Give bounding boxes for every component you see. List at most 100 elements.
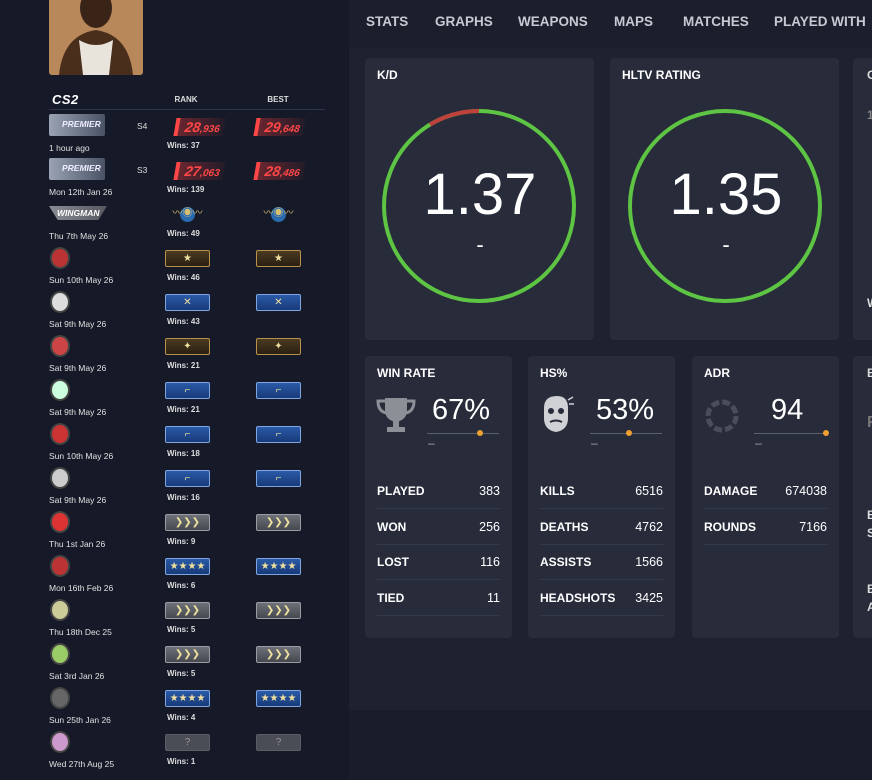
wins-count: Wins: 139 (167, 185, 205, 194)
winrate-card: WIN RATE 67% – PLAYED 383 WON 256 LOST 116 TIE… (365, 356, 512, 638)
map-icon (50, 247, 70, 269)
rank-row: ★ ★ Wins: 46 Sun 10th May 26 (49, 246, 325, 290)
rank-date: Sat 3rd Jan 26 (49, 671, 105, 681)
map-icon (50, 467, 70, 489)
wins-count: Wins: 9 (167, 537, 196, 546)
hltv-card: HLTV RATING 1.35 - (610, 58, 839, 340)
wins-count: Wins: 18 (167, 449, 200, 458)
tab-played-with[interactable]: PLAYED WITH (774, 14, 866, 29)
premier-rating-current: 27,063 (173, 162, 226, 180)
rank-date: Sun 25th Jan 26 (49, 715, 111, 725)
rank-badge-current: ✦ (165, 338, 210, 355)
rank-badge-current: ⌐ (165, 470, 210, 487)
rank-badge-best: ? (256, 734, 301, 751)
rank-date: Sun 10th May 26 (49, 275, 114, 285)
wins-count: Wins: 5 (167, 669, 196, 678)
stat-value: 4762 (635, 520, 663, 534)
rank-badge-best: ⌐ (256, 470, 301, 487)
stat-value: 674038 (785, 484, 827, 498)
wins-count: Wins: 16 (167, 493, 200, 502)
rank-row: PREMIER S4 28,936 29,648 Wins: 37 1 hour ago (49, 114, 325, 158)
stat-label: PLAYED (377, 484, 425, 498)
stat-label: ROUNDS (704, 520, 757, 534)
stat-label: KILLS (540, 484, 575, 498)
adr-title: ADR (704, 366, 730, 380)
rank-badge-current: ❯❯❯ (165, 646, 210, 663)
map-icon (50, 423, 70, 445)
stat-divider (377, 579, 500, 580)
stat-value: 383 (479, 484, 500, 498)
rank-row: ★★★★ ★★★★ Wins: 6 Mon 16th Feb 26 (49, 554, 325, 598)
stat-label: DAMAGE (704, 484, 758, 498)
adr-slider (754, 433, 826, 434)
stat-value: 7166 (799, 520, 827, 534)
stat-label: HEADSHOTS (540, 591, 616, 605)
map-icon (50, 643, 70, 665)
rank-date: Thu 18th Dec 25 (49, 627, 112, 637)
hltv-sub: - (722, 232, 730, 257)
rank-row: ✦ ✦ Wins: 21 Sat 9th May 26 (49, 334, 325, 378)
hltv-value: 1.35 (669, 162, 783, 227)
hs-dot (626, 430, 632, 436)
cs2-logo: CS2 (52, 92, 79, 107)
kd-value: 1.37 (423, 162, 537, 227)
rank-row: ✕ ✕ Wins: 43 Sat 9th May 26 (49, 290, 325, 334)
trophy-icon (376, 398, 416, 432)
rank-badge-current: ✕ (165, 294, 210, 311)
rank-badge-current: ? (165, 734, 210, 751)
stat-divider (377, 615, 500, 616)
rank-date: Mon 12th Jan 26 (49, 187, 113, 197)
adr-value: 94 (771, 394, 804, 426)
stat-divider (540, 508, 663, 509)
kd-sub: - (476, 232, 484, 257)
map-icon (50, 291, 70, 313)
rank-badge-current: ★★★★ (165, 690, 210, 707)
tab-graphs[interactable]: GRAPHS (435, 14, 493, 29)
player-avatar[interactable] (49, 0, 143, 75)
rank-date: Mon 16th Feb 26 (49, 583, 114, 593)
wins-count: Wins: 43 (167, 317, 200, 326)
stat-label: WON (377, 520, 407, 534)
rank-date: Sat 9th May 26 (49, 407, 107, 417)
hs-card: HS% 53% – KILLS 6516 DEATHS 4762 ASSISTS 1566… (528, 356, 675, 638)
rank-badge-current: ❯❯❯ (165, 602, 210, 619)
rank-row: ❯❯❯ ❯❯❯ Wins: 5 Sat 3rd Jan 26 (49, 642, 325, 686)
rank-date: Wed 27th Aug 25 (49, 759, 115, 769)
rank-row: ⌐ ⌐ Wins: 21 Sat 9th May 26 (49, 378, 325, 422)
rank-badge-best: ⌐ (256, 426, 301, 443)
rank-date: Thu 7th May 26 (49, 231, 109, 241)
rank-row: ⌐ ⌐ Wins: 18 Sun 10th May 26 (49, 422, 325, 466)
wins-count: Wins: 21 (167, 405, 200, 414)
rank-badge-best: ❯❯❯ (256, 514, 301, 531)
rank-badge-best: ★ (256, 250, 301, 267)
header-divider (49, 109, 325, 110)
premier-label: PREMIER (62, 119, 101, 129)
premier-icon: PREMIER (49, 158, 105, 180)
winrate-title: WIN RATE (377, 366, 436, 380)
rank-badge-current: ⌐ (165, 382, 210, 399)
stat-label: DEATHS (540, 520, 589, 534)
adr-card: ADR 94 – DAMAGE 674038 ROUNDS 7166 (692, 356, 839, 638)
rank-header: RANK (174, 95, 198, 104)
map-icon (50, 511, 70, 533)
tab-weapons[interactable]: WEAPONS (518, 14, 588, 29)
kd-card: K/D 1.37 - (365, 58, 594, 340)
stat-label: ASSISTS (540, 555, 592, 569)
tab-stats[interactable]: STATS (366, 14, 408, 29)
stat-divider (540, 579, 663, 580)
tab-matches[interactable]: MATCHES (683, 14, 749, 29)
hs-value: 53% (596, 394, 655, 426)
rank-row: WINGMAN 〰◉〰 〰◉〰 Wins: 49 Thu 7th May 26 (49, 202, 325, 246)
hltv-title: HLTV RATING (622, 68, 701, 82)
rank-badge-current: ❯❯❯ (165, 514, 210, 531)
premier-rating-best: 29,648 (253, 118, 306, 136)
best-header: BEST (267, 95, 289, 104)
rank-row: ⌐ ⌐ Wins: 16 Sat 9th May 26 (49, 466, 325, 510)
wingman-icon: WINGMAN (49, 206, 107, 220)
rank-date: Sat 9th May 26 (49, 495, 107, 505)
top-nav: STATS GRAPHS WEAPONS MAPS MATCHES PLAYED… (349, 0, 872, 48)
tab-maps[interactable]: MAPS (614, 14, 653, 29)
stat-value: 11 (487, 591, 500, 605)
stat-value: 116 (480, 555, 500, 569)
kd-title: K/D (377, 68, 398, 82)
